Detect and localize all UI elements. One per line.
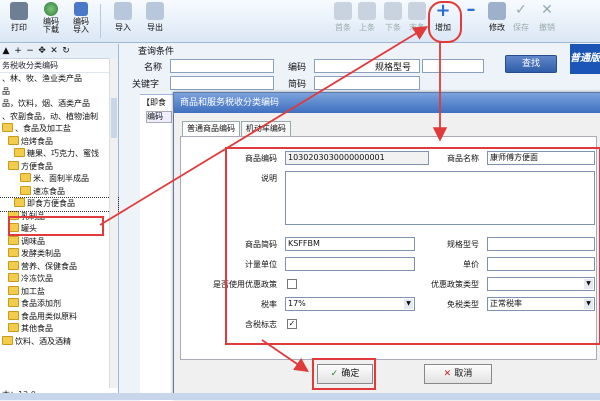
arrow-tree-to-add xyxy=(99,26,429,226)
bottom-strip xyxy=(0,393,600,400)
arrow-form-to-ok xyxy=(261,339,309,373)
annotation-arrows xyxy=(99,26,448,373)
